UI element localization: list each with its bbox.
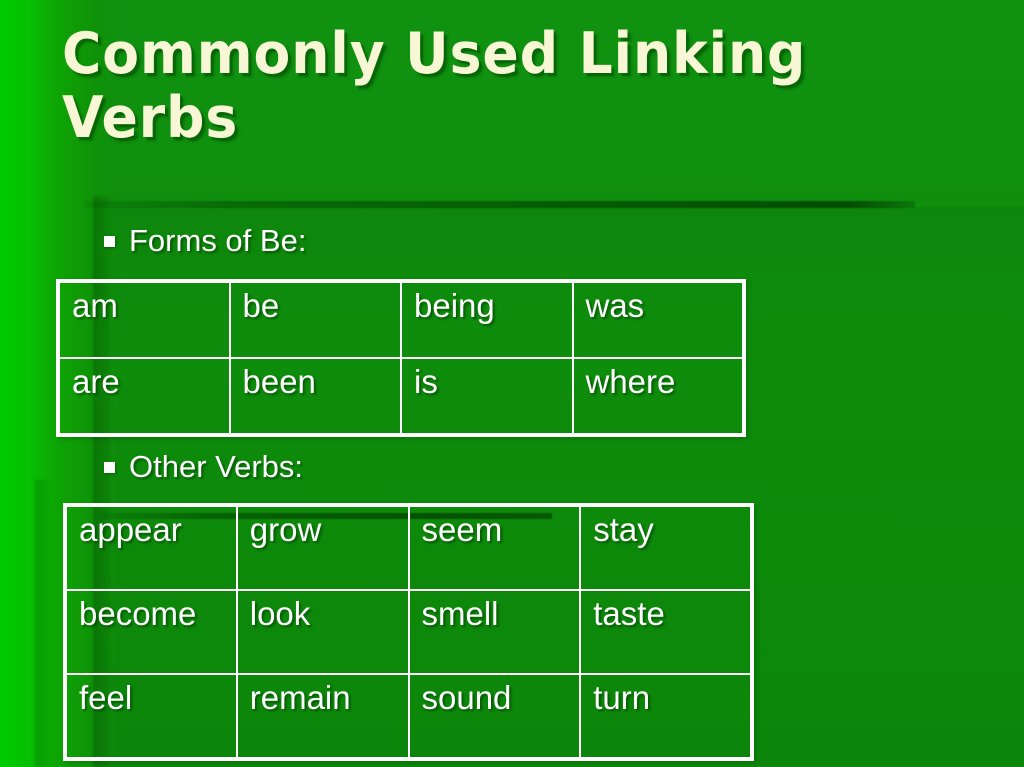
table-cell: appear	[64, 504, 238, 591]
table-cell: grow	[235, 504, 410, 591]
table-cell: look	[235, 589, 410, 675]
table-cell: being	[400, 280, 574, 359]
square-bullet-icon	[104, 461, 115, 473]
table-cell: be	[228, 280, 402, 359]
table-cell: taste	[579, 589, 753, 675]
table-cell: stay	[579, 504, 753, 591]
table-cell: remain	[235, 673, 410, 760]
table-cell: is	[400, 357, 574, 436]
table-cell: smell	[407, 589, 582, 675]
table-cell: where	[571, 357, 745, 436]
bullet-item-other-verbs: Other Verbs:	[104, 450, 303, 484]
other-verbs-table: appear grow seem stay become look smell …	[63, 503, 754, 761]
square-bullet-icon	[104, 235, 115, 247]
table-cell: feel	[64, 673, 238, 760]
table-cell: seem	[407, 504, 582, 591]
table-cell: am	[57, 280, 231, 359]
table-row: appear grow seem stay	[64, 504, 753, 591]
bullet-label: Other Verbs:	[129, 449, 304, 484]
table-row: are been is where	[57, 357, 745, 436]
bullet-item-forms-of-be: Forms of Be:	[104, 224, 306, 258]
bullet-label: Forms of Be:	[129, 223, 307, 258]
table-row: feel remain sound turn	[64, 673, 753, 760]
slide-canvas: Commonly Used Linking Verbs Forms of Be:…	[0, 0, 1024, 767]
table-row: am be being was	[57, 280, 745, 359]
title-divider-shadow	[84, 201, 915, 208]
vertical-shadow-stripe-secondary	[35, 480, 48, 767]
forms-of-be-table: am be being was are been is where	[56, 279, 746, 437]
table-cell: turn	[579, 673, 753, 760]
table-cell: are	[57, 357, 231, 436]
table-row: become look smell taste	[64, 589, 753, 675]
table-cell: been	[228, 357, 402, 436]
table-cell: become	[64, 589, 238, 675]
table-cell: was	[571, 280, 745, 359]
table-cell: sound	[407, 673, 582, 760]
slide-title: Commonly Used Linking Verbs	[62, 21, 826, 151]
